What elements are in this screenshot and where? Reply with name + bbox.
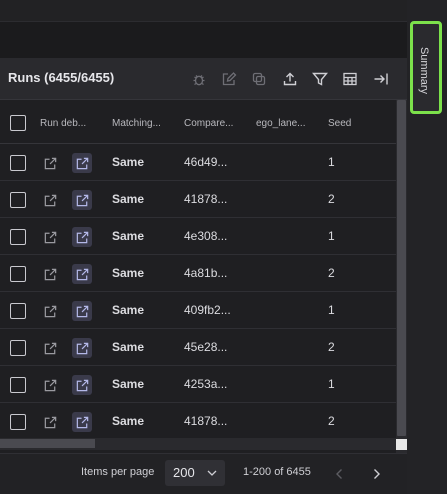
- table-row[interactable]: Same 409fb2... 1: [0, 292, 396, 329]
- seed-cell: 1: [328, 155, 335, 169]
- open-link-icon[interactable]: [40, 412, 60, 432]
- seed-cell: 2: [328, 266, 335, 280]
- compare-cell: 4e308...: [184, 229, 228, 243]
- upload-icon[interactable]: [279, 68, 301, 90]
- compare-cell: 41878...: [184, 192, 228, 206]
- matching-cell: Same: [112, 229, 145, 243]
- scrollbar-corner: [396, 439, 407, 450]
- matching-cell: Same: [112, 266, 145, 280]
- open-debug-icon[interactable]: [72, 227, 92, 247]
- table-icon[interactable]: [339, 68, 361, 90]
- table-row[interactable]: Same 41878... 2: [0, 403, 396, 438]
- matching-cell: Same: [112, 155, 145, 169]
- chevron-right-icon: [374, 469, 380, 479]
- compare-cell: 46d49...: [184, 155, 228, 169]
- matching-cell: Same: [112, 377, 145, 391]
- open-link-icon[interactable]: [40, 153, 60, 173]
- edit-icon[interactable]: [218, 68, 240, 90]
- seed-cell: 1: [328, 303, 335, 317]
- collapse-icon[interactable]: [370, 68, 392, 90]
- compare-cell: 41878...: [184, 414, 228, 428]
- panel-header: Runs (6455/6455): [0, 58, 407, 100]
- row-checkbox[interactable]: [10, 266, 26, 282]
- matching-cell: Same: [112, 414, 145, 428]
- row-checkbox[interactable]: [10, 377, 26, 393]
- table-row[interactable]: Same 46d49... 1: [0, 144, 396, 181]
- vertical-scroll-thumb[interactable]: [397, 100, 406, 436]
- row-checkbox[interactable]: [10, 414, 26, 430]
- open-debug-icon[interactable]: [72, 264, 92, 284]
- row-checkbox[interactable]: [10, 192, 26, 208]
- seed-cell: 2: [328, 192, 335, 206]
- top-bar: [0, 0, 407, 22]
- open-link-icon[interactable]: [40, 227, 60, 247]
- pagination-footer: Items per page 200 1-200 of 6455: [0, 453, 407, 494]
- table-row[interactable]: Same 4e308... 1: [0, 218, 396, 255]
- copy-icon[interactable]: [248, 68, 270, 90]
- horizontal-scrollbar[interactable]: [0, 438, 396, 450]
- filter-icon[interactable]: [309, 68, 331, 90]
- table-row[interactable]: Same 4253a... 1: [0, 366, 396, 403]
- column-header-ego-lane[interactable]: ego_lane...: [256, 118, 316, 129]
- compare-cell: 409fb2...: [184, 303, 231, 317]
- open-link-icon[interactable]: [40, 190, 60, 210]
- vertical-scrollbar[interactable]: [396, 100, 407, 453]
- row-checkbox[interactable]: [10, 155, 26, 171]
- compare-cell: 4a81b...: [184, 266, 228, 280]
- column-header-run-debug[interactable]: Run deb...: [40, 118, 98, 129]
- open-debug-icon[interactable]: [72, 338, 92, 358]
- summary-tab-label: Summary: [418, 46, 430, 95]
- page-size-value: 200: [173, 465, 195, 480]
- items-per-page-label: Items per page: [81, 466, 155, 478]
- seed-cell: 1: [328, 377, 335, 391]
- open-debug-icon[interactable]: [72, 153, 92, 173]
- matching-cell: Same: [112, 192, 145, 206]
- table-header: Run deb... Matching... Compare... ego_la…: [0, 100, 396, 144]
- next-page-button[interactable]: [369, 464, 385, 484]
- page-size-select[interactable]: 200: [165, 460, 225, 486]
- column-header-compare[interactable]: Compare...: [184, 118, 246, 129]
- seed-cell: 2: [328, 340, 335, 354]
- column-header-seed[interactable]: Seed: [328, 118, 368, 129]
- row-checkbox[interactable]: [10, 303, 26, 319]
- horizontal-scroll-thumb[interactable]: [0, 439, 95, 448]
- chevron-down-icon: [207, 470, 217, 476]
- select-all-checkbox[interactable]: [10, 115, 26, 131]
- open-link-icon[interactable]: [40, 338, 60, 358]
- row-checkbox[interactable]: [10, 229, 26, 245]
- summary-tab[interactable]: Summary: [410, 21, 442, 114]
- seed-cell: 1: [328, 229, 335, 243]
- runs-table: Run deb... Matching... Compare... ego_la…: [0, 100, 396, 438]
- matching-cell: Same: [112, 340, 145, 354]
- open-debug-icon[interactable]: [72, 301, 92, 321]
- row-checkbox[interactable]: [10, 340, 26, 356]
- chevron-left-icon: [336, 469, 342, 479]
- debug-icon[interactable]: [188, 68, 210, 90]
- open-debug-icon[interactable]: [72, 190, 92, 210]
- compare-cell: 45e28...: [184, 340, 228, 354]
- open-debug-icon[interactable]: [72, 412, 92, 432]
- panel-title: Runs (6455/6455): [8, 70, 115, 85]
- page-range-text: 1-200 of 6455: [243, 466, 311, 478]
- compare-cell: 4253a...: [184, 377, 228, 391]
- column-header-matching[interactable]: Matching...: [112, 118, 174, 129]
- open-link-icon[interactable]: [40, 301, 60, 321]
- table-row[interactable]: Same 45e28... 2: [0, 329, 396, 366]
- table-row[interactable]: Same 4a81b... 2: [0, 255, 396, 292]
- seed-cell: 2: [328, 414, 335, 428]
- open-link-icon[interactable]: [40, 375, 60, 395]
- previous-page-button[interactable]: [331, 464, 347, 484]
- table-row[interactable]: Same 41878... 2: [0, 181, 396, 218]
- matching-cell: Same: [112, 303, 145, 317]
- open-link-icon[interactable]: [40, 264, 60, 284]
- runs-panel: Runs (6455/6455) Run deb... Matching... …: [0, 58, 407, 453]
- open-debug-icon[interactable]: [72, 375, 92, 395]
